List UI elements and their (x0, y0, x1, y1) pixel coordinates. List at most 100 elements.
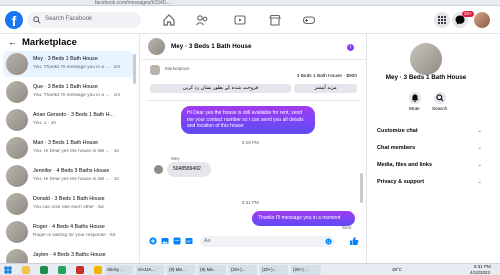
conversation-item[interactable]: Jaylen · 4 Beds 3 Baths House (3, 247, 133, 263)
conversation-name: Mey · 3 Beds 1 Bath House (33, 56, 98, 62)
taskbar-app[interactable]: (9) Me... (167, 265, 195, 275)
conversation-thumbnail (6, 109, 28, 131)
outgoing-message[interactable]: Hi Dear yes the house is still available… (181, 106, 315, 134)
taskbar-app[interactable]: (20+)... (229, 265, 257, 275)
marketplace-icon[interactable] (268, 13, 282, 27)
mute-button[interactable] (409, 92, 421, 104)
media-files-links-row[interactable]: Media, files and links ⌄ (377, 162, 482, 168)
marketplace-listing-card: Marketplace 3 Beds 1 Bath House · $900 ف… (147, 63, 360, 101)
chat-avatar[interactable] (148, 38, 165, 55)
svg-text:GIF: GIF (186, 239, 191, 243)
conversation-item[interactable]: Mey · 3 Beds 1 Bath House You: Thanks I'l… (3, 51, 133, 77)
sender-name: Mey (171, 156, 180, 161)
outgoing-message[interactable]: Thanks I'll message you in a moment (252, 211, 355, 226)
incoming-message[interactable]: 5048589492 (167, 162, 211, 177)
row-label: Media, files and links (377, 162, 433, 168)
more-options-icon[interactable]: i (347, 44, 354, 51)
listing-label: Marketplace (165, 66, 190, 71)
notification-badge: 20+ (462, 11, 474, 17)
emoji-icon[interactable] (325, 238, 332, 245)
like-thumb-icon[interactable] (349, 236, 359, 246)
conversation-item[interactable]: Jennifer · 4 Beds 3 Baths House You: Hi D… (3, 163, 133, 189)
chat-header: Mey · 3 Beds 1 Bath House i (141, 34, 367, 60)
marketplace-header: ← Marketplace (8, 37, 77, 48)
taskbar-app[interactable]: Sticky ... (105, 265, 133, 275)
listing-thumbnail[interactable] (150, 65, 160, 75)
conversation-snippet: You: 1 · 1h (33, 121, 57, 126)
conversation-item[interactable]: Roger · 4 Beds 4 Baths House Roger is wai… (3, 219, 133, 245)
message-input[interactable]: Aa (200, 236, 335, 247)
whatsapp-business-icon[interactable] (58, 266, 66, 274)
weather-readout[interactable]: 39°C (392, 267, 402, 272)
row-label: Customize chat (377, 128, 418, 134)
gif-icon[interactable]: GIF (185, 237, 193, 245)
taskbar-app[interactable]: (9) Me... (198, 265, 226, 275)
clock-date[interactable]: 4/12/2023 (470, 270, 490, 275)
search-facebook-input[interactable]: Search Facebook (27, 12, 141, 28)
conversation-snippet: You: Hi Dear yes the house is still ... … (33, 149, 120, 154)
conversation-thumbnail (6, 53, 28, 75)
plus-circle-icon[interactable] (149, 237, 157, 245)
whatsapp-icon[interactable] (40, 266, 48, 274)
conversation-name: Que · 3 Beds 1 Bath House (33, 84, 98, 90)
conversation-thumbnail (6, 165, 28, 187)
facebook-top-bar: f Search Facebook 20+ (0, 6, 500, 34)
conversation-name: Jaylen · 4 Beds 3 Baths House (33, 252, 106, 258)
sent-status: Sent (342, 225, 352, 230)
back-arrow-icon[interactable]: ← (8, 37, 17, 47)
bell-icon (411, 94, 419, 102)
conversation-name: Mari · 3 Beds 1 Bath House (33, 140, 99, 146)
conversation-snippet: You: Hi Dear yes the house is still ... … (33, 177, 120, 182)
conversation-name: Arian Gerardo · 3 Beds 1 Bath H... (33, 112, 114, 118)
watch-icon[interactable] (233, 13, 247, 27)
privacy-support-row[interactable]: Privacy & support ⌄ (377, 179, 482, 185)
listing-photo[interactable] (410, 43, 442, 75)
listing-title[interactable]: 3 Beds 1 Bath House · $900 (297, 74, 357, 79)
chat-panel: Mey · 3 Beds 1 Bath House i Marketplace … (141, 34, 367, 263)
file-explorer-icon[interactable] (22, 266, 30, 274)
more-options-button[interactable]: مزید آپشنز (294, 84, 357, 93)
info-title: Mey · 3 Beds 1 Bath House (385, 74, 467, 81)
conversation-snippet: You: Thanks I'll message you in a ... · … (33, 93, 121, 98)
taskbar-app[interactable]: SAJJA... (136, 265, 164, 275)
menu-grid-button[interactable] (434, 12, 450, 28)
profile-avatar[interactable] (474, 12, 490, 28)
mute-label: Mute (409, 107, 420, 112)
conversation-item[interactable]: Que · 3 Beds 1 Bath House You: Thanks I'l… (3, 79, 133, 105)
chat-title[interactable]: Mey · 3 Beds 1 Bath House (171, 43, 251, 50)
app-icon[interactable] (76, 266, 84, 274)
conversation-thumbnail (6, 193, 28, 215)
windows-start-icon[interactable] (4, 266, 12, 274)
search-label: Search (432, 107, 448, 112)
marketplace-inbox-panel: ← Marketplace Mey · 3 Beds 1 Bath House Yo… (0, 34, 140, 263)
message-timestamp: 8:31 PM (242, 200, 259, 205)
conversation-item[interactable]: Arian Gerardo · 3 Beds 1 Bath H... You: 1… (3, 107, 133, 133)
conversation-snippet: Roger is waiting for your response · 6d (33, 233, 116, 238)
gaming-icon[interactable] (302, 13, 316, 27)
friends-icon[interactable] (195, 13, 209, 27)
clock-time[interactable]: 8:31 PM (474, 264, 491, 269)
chat-members-row[interactable]: Chat members ⌄ (377, 145, 482, 151)
conversation-thumbnail (6, 137, 28, 159)
conversation-item[interactable]: Mari · 3 Beds 1 Bath House You: Hi Dear y… (3, 135, 133, 161)
message-placeholder: Aa (204, 238, 211, 244)
sticky-notes-icon[interactable] (94, 266, 102, 274)
home-icon[interactable] (162, 13, 176, 27)
customize-chat-row[interactable]: Customize chat ⌄ (377, 128, 482, 134)
mark-as-sold-button[interactable]: فروخت شدہ کے بطور نشان زد کریں (150, 84, 291, 93)
sticker-icon[interactable] (173, 237, 181, 245)
sender-avatar[interactable] (154, 165, 163, 174)
taskbar-app[interactable]: (20+)... (260, 265, 288, 275)
chat-scrollbar[interactable] (360, 173, 363, 203)
inbox-scrollbar[interactable] (133, 54, 136, 84)
chevron-down-icon: ⌄ (477, 145, 482, 151)
facebook-logo-icon[interactable]: f (5, 11, 23, 29)
conversation-item[interactable]: Donald · 3 Beds 1 Bath House You can now … (3, 191, 133, 217)
search-conversation-button[interactable] (434, 92, 446, 104)
taskbar-app[interactable]: (20+) ... (291, 265, 321, 275)
row-label: Privacy & support (377, 179, 425, 185)
chevron-down-icon: ⌄ (477, 179, 482, 185)
conversation-name: Roger · 4 Beds 4 Baths House (33, 224, 105, 230)
photo-icon[interactable] (161, 237, 169, 245)
conversation-snippet: You can now rate each other · 5d (33, 205, 104, 210)
